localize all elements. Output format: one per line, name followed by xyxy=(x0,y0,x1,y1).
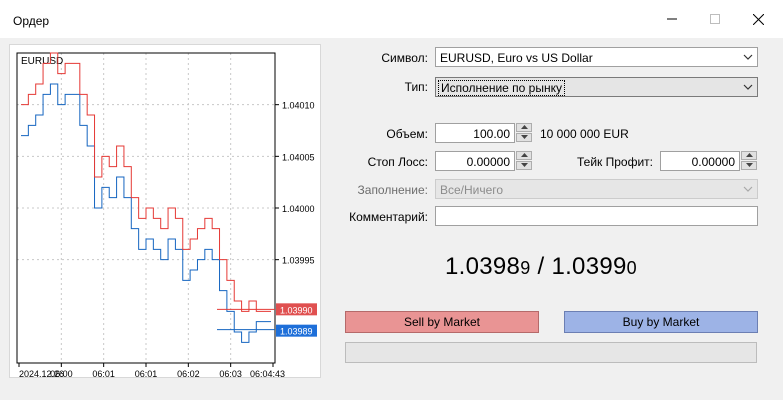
stop-loss-spinner[interactable] xyxy=(516,151,532,171)
take-profit-input[interactable]: 0.00000 xyxy=(660,151,740,171)
volume-spinner[interactable] xyxy=(516,123,532,143)
take-profit-label: Тейк Профит: xyxy=(577,155,653,169)
chevron-down-icon xyxy=(743,186,753,192)
volume-value: 100.00 xyxy=(473,127,510,141)
sell-by-market-button[interactable]: Sell by Market xyxy=(345,311,539,333)
filling-select: Все/Ничего xyxy=(435,179,758,199)
filling-label: Заполнение: xyxy=(357,183,428,197)
maximize-icon xyxy=(710,14,720,24)
price-tick-label: 1.03995 xyxy=(282,256,315,266)
maximize-button xyxy=(692,8,738,30)
comment-input[interactable] xyxy=(435,206,758,226)
price-quote: 1.03989 / 1.03990 xyxy=(445,253,637,281)
stop-loss-label: Стоп Лосс: xyxy=(367,155,428,169)
order-type-value: Исполнение по рынку xyxy=(438,80,565,96)
take-profit-spinner[interactable] xyxy=(741,151,757,171)
spin-up-icon[interactable] xyxy=(516,151,532,160)
spin-up-icon[interactable] xyxy=(516,123,532,132)
type-label: Тип: xyxy=(404,80,428,94)
symbol-value: EURUSD, Euro vs US Dollar xyxy=(440,51,593,65)
stop-loss-value: 0.00000 xyxy=(466,155,510,169)
symbol-select[interactable]: EURUSD, Euro vs US Dollar xyxy=(435,47,758,67)
close-button[interactable] xyxy=(735,8,781,30)
buy-by-market-button[interactable]: Buy by Market xyxy=(564,311,758,333)
comment-label: Комментарий: xyxy=(349,210,428,224)
volume-label: Объем: xyxy=(386,127,428,141)
ask-price-pip: 0 xyxy=(626,258,637,278)
title-bar: Ордер xyxy=(0,0,783,38)
symbol-label: Символ: xyxy=(381,51,428,65)
chevron-down-icon xyxy=(743,54,753,60)
price-tick-label: 1.04005 xyxy=(282,152,315,162)
tick-chart-svg: EURUSD 1.04010 1.04005 1.04000 1.03995 1.039… xyxy=(16,52,317,377)
tick-chart: EURUSD 1.04010 1.04005 1.04000 1.03995 1.039… xyxy=(9,44,321,378)
minimize-button[interactable] xyxy=(649,8,695,30)
time-tick-label: 06:02 xyxy=(177,369,200,377)
ask-price: 1.0399 xyxy=(551,253,627,280)
spin-down-icon[interactable] xyxy=(741,161,757,170)
bid-price: 1.0398 xyxy=(445,253,521,280)
price-tick-label: 1.04010 xyxy=(282,101,315,111)
time-tick-label: 06:00 xyxy=(50,369,73,377)
time-tick-label: 06:03 xyxy=(219,369,242,377)
price-tick-label: 1.04000 xyxy=(282,204,315,214)
minimize-icon xyxy=(667,18,677,20)
ask-price-label: 1.03990 xyxy=(280,305,313,315)
spin-down-icon[interactable] xyxy=(516,161,532,170)
order-type-select[interactable]: Исполнение по рынку xyxy=(435,77,758,97)
take-profit-value: 0.00000 xyxy=(691,155,735,169)
stop-loss-input[interactable]: 0.00000 xyxy=(435,151,515,171)
series-line-ask xyxy=(21,52,271,312)
time-tick-label: 06:01 xyxy=(92,369,115,377)
bid-price-label: 1.03989 xyxy=(280,327,313,337)
volume-input[interactable]: 100.00 xyxy=(435,123,515,143)
chart-symbol: EURUSD xyxy=(21,56,63,67)
window-title: Ордер xyxy=(13,14,50,28)
volume-note: 10 000 000 EUR xyxy=(540,127,629,141)
close-icon xyxy=(752,13,764,25)
execution-progress-bar xyxy=(345,342,757,363)
spin-down-icon[interactable] xyxy=(516,133,532,142)
time-tick-label: 06:04:43 xyxy=(250,369,285,377)
quote-separator: / xyxy=(530,253,552,280)
chevron-down-icon xyxy=(743,84,753,90)
filling-value: Все/Ничего xyxy=(440,183,504,197)
bid-price-pip: 9 xyxy=(520,258,531,278)
time-tick-label: 06:01 xyxy=(135,369,158,377)
spin-up-icon[interactable] xyxy=(741,151,757,160)
